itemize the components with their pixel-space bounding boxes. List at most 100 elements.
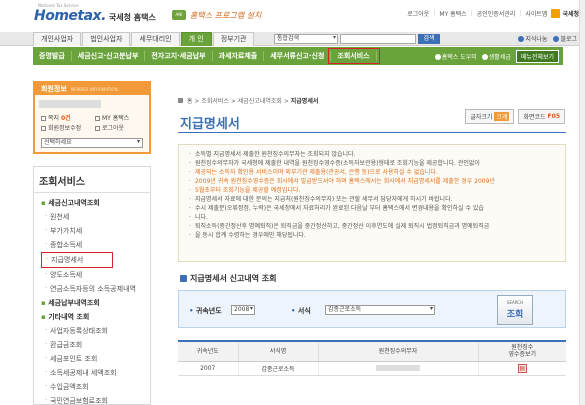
program-install-badge[interactable]: ANI bbox=[172, 10, 186, 20]
notice-line: 수시 제출분(오류정정, 누락)은 국세청에서 자료처리가 완료된 다음날 부터… bbox=[189, 204, 559, 213]
subnav-tax-payment[interactable]: 전자고지·세금납부 bbox=[145, 51, 213, 61]
tab-government[interactable]: 정부기관 bbox=[212, 32, 255, 46]
blog-link[interactable]: 블로그 bbox=[553, 34, 577, 43]
cell-payer bbox=[318, 361, 479, 376]
sidebar-item[interactable]: 수입금액조회 bbox=[38, 380, 150, 394]
sitemap-link[interactable]: 사이트맵 bbox=[525, 9, 547, 18]
form-select[interactable]: 갑종근로소득 bbox=[325, 305, 435, 315]
sidebar-list: 세금신고내역조회원천세부가가치세종합소득세지급명세서양도소득세연금소득자등의 소… bbox=[34, 193, 150, 405]
life-tax-link[interactable]: 생활세금 bbox=[481, 52, 511, 61]
program-install-link[interactable]: 홈택스 프로그램 설치 bbox=[190, 10, 261, 21]
sidebar-item[interactable]: 원천세 bbox=[38, 210, 150, 224]
col-year: 귀속년도 bbox=[178, 341, 239, 362]
cell-form: 갑종근로소득 bbox=[238, 361, 319, 376]
search-button[interactable]: 검색 bbox=[418, 34, 440, 44]
my-hometax-icon bbox=[95, 116, 100, 121]
logo-text: Hometax. bbox=[34, 8, 106, 24]
knowledge-link[interactable]: 지식나눔 bbox=[518, 34, 547, 43]
breadcrumb: 홈 > 조회서비스 > 세금신고내역조회 > 지급명세서 bbox=[178, 96, 318, 105]
font-size-value[interactable]: 크게 bbox=[494, 112, 510, 121]
member-edit-link[interactable]: 회원정보수정 bbox=[41, 123, 95, 132]
table-row: 2007 갑종근로소득 ▤ bbox=[178, 361, 566, 376]
subnav-inquiry-service[interactable]: 조회서비스 bbox=[328, 48, 380, 64]
search-button-ko: 조회 bbox=[506, 310, 524, 320]
tab-corporate[interactable]: 법인사업자 bbox=[82, 32, 131, 46]
breadcrumb-inquiry[interactable]: 조회서비스 bbox=[201, 98, 229, 105]
filter-box: 귀속년도 2008 서식 갑종근로소득 SEARCH 조회 bbox=[178, 290, 566, 328]
nav-right-links: 지식나눔 블로그 bbox=[518, 34, 577, 43]
member-links: 쪽지 0건 MY 홈택스 회원정보수정 로그아웃 bbox=[41, 113, 145, 132]
view-receipt-icon[interactable]: ▤ bbox=[517, 363, 527, 373]
notice-line: 니다. bbox=[189, 213, 559, 222]
notice-line: 원천징수의무자가 국세청에 제출한 내역을 원천징수영수증(소득자보관용)형태로… bbox=[189, 159, 559, 168]
year-select[interactable]: 2008 bbox=[231, 305, 255, 315]
help-link[interactable]: 홈택스 도우미 bbox=[434, 52, 477, 61]
notice-line: 소득별 지급명세서 제출한 원천징수의무자는 조회되지 않습니다. bbox=[189, 150, 559, 159]
breadcrumb-tax-report[interactable]: 세금신고내역조회 bbox=[238, 98, 282, 105]
page-tools: 글자크기 크게 화면코드 F05 bbox=[465, 109, 565, 124]
search-bar: 통합검색 검색 bbox=[274, 34, 440, 44]
screen-code-label: 화면코드 bbox=[523, 114, 546, 121]
my-hometax-link[interactable]: MY 홈택스 bbox=[439, 9, 466, 18]
nts-label: 국세청 bbox=[562, 11, 579, 18]
notice-line: 지급명세서 자료에 대한 문의는 지급처(원천징수의무자) 또는 관할 세무서 … bbox=[189, 195, 559, 204]
page-scrollbar[interactable] bbox=[579, 0, 585, 405]
sidebar-category[interactable]: 세금신고내역조회 bbox=[38, 196, 150, 210]
sidebar-category[interactable]: 세금납부내역조회 bbox=[38, 296, 150, 310]
help-icon bbox=[434, 54, 441, 60]
result-table: 귀속년도 서식명 원천징수의무자 원천징수 영수증보기 2007 갑종근로소득 ▤ bbox=[178, 340, 566, 376]
all-menu-button[interactable]: 메뉴전체보기 bbox=[515, 50, 559, 63]
subnav-data-submission[interactable]: 과세자료제출 bbox=[213, 51, 265, 61]
notice-line: 5월초부터 조회기능을 제공할 예정입니다. bbox=[189, 186, 559, 195]
subnav-document-requests[interactable]: 세무서류신고·신청 bbox=[264, 51, 332, 61]
font-size-control[interactable]: 글자크기 크게 bbox=[465, 109, 515, 124]
sidebar-category[interactable]: 기타내역 조회 bbox=[38, 310, 150, 324]
sidebar-item[interactable]: 종합소득세 bbox=[38, 238, 150, 252]
search-scope-select[interactable]: 통합검색 bbox=[274, 34, 338, 44]
col-payer: 원천징수의무자 bbox=[318, 341, 479, 362]
cell-view: ▤ bbox=[478, 361, 566, 376]
breadcrumb-home[interactable]: 홈 bbox=[187, 98, 193, 105]
nav-tabs: 개인사업자 법인사업자 세무대리인 개 인 정부기관 bbox=[33, 32, 255, 46]
sidebar-item[interactable]: 세금포인트 조회 bbox=[38, 352, 150, 366]
section-title: 지급명세서 신고내역 조회 bbox=[180, 273, 277, 284]
member-my-hometax-link[interactable]: MY 홈택스 bbox=[95, 113, 145, 122]
sidebar-title: 조회서비스 bbox=[34, 167, 150, 193]
tab-personal[interactable]: 개 인 bbox=[180, 32, 212, 46]
home-icon bbox=[178, 98, 183, 103]
sidebar-item[interactable]: 부가가치세 bbox=[38, 224, 150, 238]
member-message-link[interactable]: 쪽지 0건 bbox=[41, 113, 95, 122]
logout-icon bbox=[95, 126, 100, 131]
member-name-masked bbox=[39, 100, 101, 108]
member-logout-link[interactable]: 로그아웃 bbox=[95, 123, 145, 132]
utility-links: 로그아웃 | MY 홈택스 | 공인인증서관리 | 사이트맵 국세청 bbox=[407, 9, 579, 18]
subnav-certificates[interactable]: 증명발급 bbox=[33, 51, 72, 61]
tab-tax-agent[interactable]: 세무대리인 bbox=[131, 32, 180, 46]
sidebar-item[interactable]: 소득세공제내 세액조회 bbox=[38, 366, 150, 380]
logo-subtitle: 국세청 홈택스 bbox=[108, 13, 156, 22]
message-icon bbox=[41, 116, 46, 121]
life-tax-icon bbox=[481, 54, 488, 60]
sidebar-item[interactable]: 사업자등록상태조회 bbox=[38, 324, 150, 338]
tab-individual-business[interactable]: 개인사업자 bbox=[33, 32, 82, 46]
subnav-tax-filing[interactable]: 세금신고·신고분납부 bbox=[72, 51, 146, 61]
sidebar-item[interactable]: 양도소득세 bbox=[38, 268, 150, 282]
logo[interactable]: Hometax. 국세청 홈택스 bbox=[34, 8, 156, 24]
screen-code-value: F05 bbox=[547, 113, 560, 120]
sidebar-item[interactable]: 환급금조회 bbox=[38, 338, 150, 352]
section-bullet-icon bbox=[180, 275, 187, 282]
certificate-link[interactable]: 공인인증서관리 bbox=[477, 9, 516, 18]
inquiry-search-button[interactable]: SEARCH 조회 bbox=[497, 295, 533, 325]
search-input[interactable] bbox=[340, 34, 416, 44]
title-divider bbox=[178, 132, 566, 133]
sidebar-services: 조회서비스 세금신고내역조회원천세부가가치세종합소득세지급명세서양도소득세연금소… bbox=[33, 166, 151, 405]
sub-nav: 증명발급 세금신고·신고분납부 전자고지·세금납부 과세자료제출 세무서류신고·… bbox=[33, 47, 563, 65]
logout-link[interactable]: 로그아웃 bbox=[407, 9, 429, 18]
member-quick-select[interactable]: 선택하세요 bbox=[41, 138, 143, 148]
payer-masked bbox=[376, 365, 420, 371]
sidebar-item[interactable]: 연금소득자등의 소득공제내역 bbox=[38, 282, 150, 296]
nts-logo[interactable]: 국세청 bbox=[551, 9, 579, 18]
sidebar-item[interactable]: 국민연금보험료조회 bbox=[38, 394, 150, 405]
knowledge-icon bbox=[518, 36, 525, 42]
sidebar-item-selected[interactable]: 지급명세서 bbox=[41, 252, 113, 268]
